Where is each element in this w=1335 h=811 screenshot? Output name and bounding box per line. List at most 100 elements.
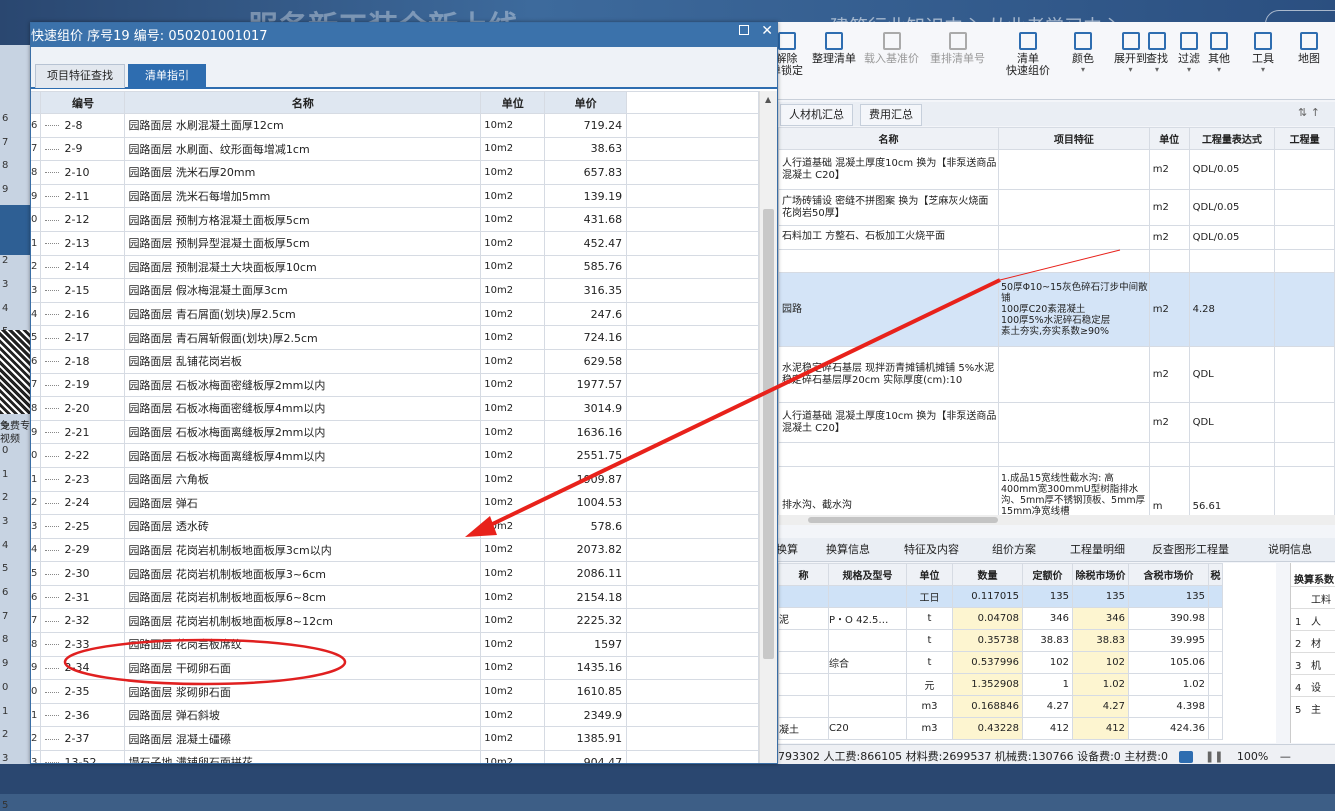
side-panel-row[interactable]: 1人 bbox=[1291, 608, 1335, 630]
dialog-title-bar[interactable]: 快速组价 序号19 编号: 050201001017 ✕ bbox=[31, 23, 777, 47]
table-row[interactable]: 1 2-13 园路面层 预制异型混凝土面板厚5cm 10m2 452.47 bbox=[31, 230, 759, 256]
table-row[interactable]: 泥 P・O 42.5… t 0.04708 346 346 390.98 bbox=[778, 607, 1223, 630]
toolbar-button[interactable]: 其他 ▾ bbox=[1208, 32, 1230, 74]
toolbar-button[interactable]: 重排清单号 bbox=[930, 32, 985, 65]
bill-expression[interactable]: 56.61 bbox=[1188, 465, 1276, 515]
bill-feature[interactable]: 50厚Φ10~15灰色碎石汀步中间散铺 100厚C20素混凝土 100厚5%水泥… bbox=[997, 272, 1150, 348]
resource-price-ex-tax[interactable]: 102 bbox=[1072, 651, 1129, 674]
side-panel-row[interactable]: 5主 bbox=[1291, 696, 1335, 718]
toolbar-button[interactable]: 展开到 ▾ bbox=[1114, 32, 1147, 74]
table-row[interactable]: m3 0.168846 4.27 4.27 4.398 bbox=[778, 695, 1223, 718]
table-row[interactable]: 0 2-22 园路面层 石板冰梅面离缝板厚4mm以内 10m2 2551.75 bbox=[31, 443, 759, 468]
resource-quantity[interactable]: 0.537996 bbox=[952, 651, 1023, 674]
detail-tab[interactable]: 换算 bbox=[778, 541, 798, 557]
status-tool-icon[interactable] bbox=[1179, 751, 1194, 763]
table-row[interactable]: 0 2-35 园路面层 浆砌卵石面 10m2 1610.85 bbox=[31, 679, 759, 704]
table-row[interactable]: 3 2-15 园路面层 假冰梅混凝土面厚3cm 10m2 316.35 bbox=[31, 278, 759, 303]
table-row[interactable]: 综合 t 0.537996 102 102 105.06 bbox=[778, 651, 1223, 674]
bill-expression[interactable]: QDL/0.05 bbox=[1188, 189, 1276, 226]
toolbar-button[interactable]: 过滤 ▾ bbox=[1178, 32, 1200, 74]
table-row[interactable]: 8 2-20 园路面层 石板冰梅面密缝板厚4mm以内 10m2 3014.9 bbox=[31, 396, 759, 421]
tab-labor-material-summary[interactable]: 人材机汇总 bbox=[780, 104, 853, 126]
column-header[interactable]: 名称 bbox=[778, 127, 999, 150]
table-row[interactable]: 5 2-17 园路面层 青石屑斩假面(划块)厚2.5cm 10m2 724.16 bbox=[31, 325, 759, 350]
table-row[interactable]: 5 2-30 园路面层 花岗岩机制板地面板厚3~6cm 10m2 2086.11 bbox=[31, 561, 759, 586]
close-icon[interactable]: ✕ bbox=[761, 23, 773, 39]
table-row[interactable]: 广场砖铺设 密缝不拼图案 换为【芝麻灰火烧面花岗岩50厚】 m2 QDL/0.05 bbox=[778, 189, 1335, 226]
table-row[interactable]: 4 2-29 园路面层 花岗岩机制板地面板厚3cm以内 10m2 2073.82 bbox=[31, 537, 759, 563]
table-row[interactable]: 6 2-31 园路面层 花岗岩机制板地面板厚6~8cm 10m2 2154.18 bbox=[31, 584, 759, 610]
detail-tab[interactable]: 工程量明细 bbox=[1070, 541, 1125, 557]
resource-price-ex-tax[interactable]: 38.83 bbox=[1072, 629, 1129, 652]
table-row[interactable]: 2 2-14 园路面层 预制混凝土大块面板厚10cm 10m2 585.76 bbox=[31, 254, 759, 280]
side-panel-row[interactable]: 4设 bbox=[1291, 674, 1335, 696]
column-header[interactable]: 单位 bbox=[1148, 127, 1190, 150]
toolbar-button[interactable]: 工具 ▾ bbox=[1252, 32, 1274, 74]
table-row[interactable]: 7 2-32 园路面层 花岗岩机制板地面板厚8~12cm 10m2 2225.32 bbox=[31, 608, 759, 634]
toolbar-button[interactable]: 颜色 ▾ bbox=[1072, 32, 1094, 74]
table-row[interactable]: 工日 0.117015 135 135 135 bbox=[778, 585, 1223, 608]
scrollbar-thumb[interactable] bbox=[808, 517, 998, 523]
table-row[interactable]: 6 2-8 园路面层 水刷混凝土面厚12cm 10m2 719.24 bbox=[31, 113, 759, 138]
zoom-out-icon[interactable]: — bbox=[1280, 750, 1291, 763]
toolbar-button[interactable]: 解除 单锁定 bbox=[778, 32, 803, 77]
table-row[interactable]: 3 2-25 园路面层 透水砖 10m2 578.6 bbox=[31, 514, 759, 539]
resource-price-ex-tax[interactable]: 412 bbox=[1072, 717, 1129, 740]
bill-expression[interactable]: QDL/0.05 bbox=[1188, 149, 1276, 190]
bill-expression[interactable]: QDL bbox=[1188, 346, 1276, 404]
detail-tab[interactable]: 反查图形工程量 bbox=[1152, 541, 1229, 557]
tab-feature-search[interactable]: 项目特征查找 bbox=[35, 64, 125, 88]
table-row[interactable]: 人行道基础 混凝土厚度10cm 换为【非泵送商品混凝土 C20】 m2 QDL bbox=[778, 402, 1335, 444]
column-header[interactable]: 规格及型号 bbox=[828, 563, 907, 586]
bill-feature[interactable] bbox=[997, 248, 1150, 274]
column-header[interactable]: 税 bbox=[1208, 563, 1223, 586]
resource-price-ex-tax[interactable]: 1.02 bbox=[1072, 673, 1129, 696]
resource-quantity[interactable]: 0.168846 bbox=[952, 695, 1023, 718]
bill-feature[interactable] bbox=[997, 402, 1150, 444]
column-header[interactable]: 编号 bbox=[40, 91, 126, 114]
table-row[interactable]: 2 2-37 园路面层 混凝土礓礤 10m2 1385.91 bbox=[31, 726, 759, 752]
column-header[interactable]: 项目特征 bbox=[997, 127, 1150, 150]
resource-quantity[interactable]: 0.35738 bbox=[952, 629, 1023, 652]
column-header[interactable]: 定额价 bbox=[1022, 563, 1073, 586]
column-header[interactable]: 单价 bbox=[544, 91, 628, 114]
table-row[interactable]: 9 2-11 园路面层 洗米石每增加5mm 10m2 139.19 bbox=[31, 183, 759, 209]
column-header[interactable]: 名称 bbox=[124, 91, 482, 114]
bill-expression[interactable] bbox=[1188, 248, 1276, 274]
bill-feature[interactable] bbox=[997, 189, 1150, 226]
sort-icon[interactable]: ⇅ ↑ bbox=[1298, 106, 1320, 119]
bill-expression[interactable]: QDL/0.05 bbox=[1188, 225, 1276, 250]
bill-feature[interactable] bbox=[997, 149, 1150, 190]
detail-tab[interactable]: 换算信息 bbox=[826, 541, 870, 557]
table-row[interactable]: 凝土 C20 m3 0.43228 412 412 424.36 bbox=[778, 717, 1223, 740]
column-header[interactable]: 单位 bbox=[480, 91, 546, 114]
column-header[interactable]: 称 bbox=[778, 563, 829, 586]
table-row[interactable]: 1 2-23 园路面层 六角板 10m2 1909.87 bbox=[31, 466, 759, 492]
table-row[interactable] bbox=[778, 442, 1335, 467]
toolbar-button[interactable]: 清单 快速组价 bbox=[1006, 32, 1050, 77]
vertical-scrollbar[interactable]: ▲ bbox=[759, 91, 777, 763]
table-row[interactable]: 石料加工 方整石、石板加工火烧平面 m2 QDL/0.05 bbox=[778, 225, 1335, 250]
horizontal-scrollbar[interactable] bbox=[778, 515, 1335, 525]
scroll-up-icon[interactable]: ▲ bbox=[765, 95, 771, 104]
table-row[interactable]: 水泥稳定碎石基层 现拌沥青摊铺机摊铺 5%水泥稳定碎石基层厚20cm 实际厚度(… bbox=[778, 346, 1335, 404]
table-row[interactable]: 0 2-12 园路面层 预制方格混凝土面板厚5cm 10m2 431.68 bbox=[31, 207, 759, 232]
pause-icon[interactable]: ❚❚ bbox=[1205, 750, 1223, 763]
column-header[interactable]: 除税市场价 bbox=[1072, 563, 1129, 586]
bill-feature[interactable] bbox=[997, 225, 1150, 250]
detail-tab[interactable]: 组价方案 bbox=[992, 541, 1036, 557]
resource-quantity[interactable]: 1.352908 bbox=[952, 673, 1023, 696]
table-row[interactable]: 9 2-21 园路面层 石板冰梅面离缝板厚2mm以内 10m2 1636.16 bbox=[31, 419, 759, 445]
resource-quantity[interactable]: 0.04708 bbox=[952, 607, 1023, 630]
resource-price-ex-tax[interactable]: 4.27 bbox=[1072, 695, 1129, 718]
detail-tab[interactable]: 说明信息 bbox=[1268, 541, 1312, 557]
detail-tab[interactable]: 特征及内容 bbox=[904, 541, 959, 557]
side-panel-row[interactable]: 2材 bbox=[1291, 630, 1335, 652]
toolbar-button[interactable]: 查找 ▾ bbox=[1146, 32, 1168, 74]
bill-feature[interactable]: 1.成品15宽线性截水沟: 高400mm宽300mmU型树脂排水沟、5mm厚不锈… bbox=[997, 465, 1150, 515]
table-row[interactable]: 元 1.352908 1 1.02 1.02 bbox=[778, 673, 1223, 696]
resource-quantity[interactable]: 0.117015 bbox=[952, 585, 1023, 608]
bill-expression[interactable] bbox=[1188, 442, 1276, 467]
table-row[interactable]: 4 2-16 园路面层 青石屑面(划块)厚2.5cm 10m2 247.6 bbox=[31, 301, 759, 327]
table-row[interactable]: 7 2-9 园路面层 水刷面、纹形面每增减1cm 10m2 38.63 bbox=[31, 136, 759, 162]
